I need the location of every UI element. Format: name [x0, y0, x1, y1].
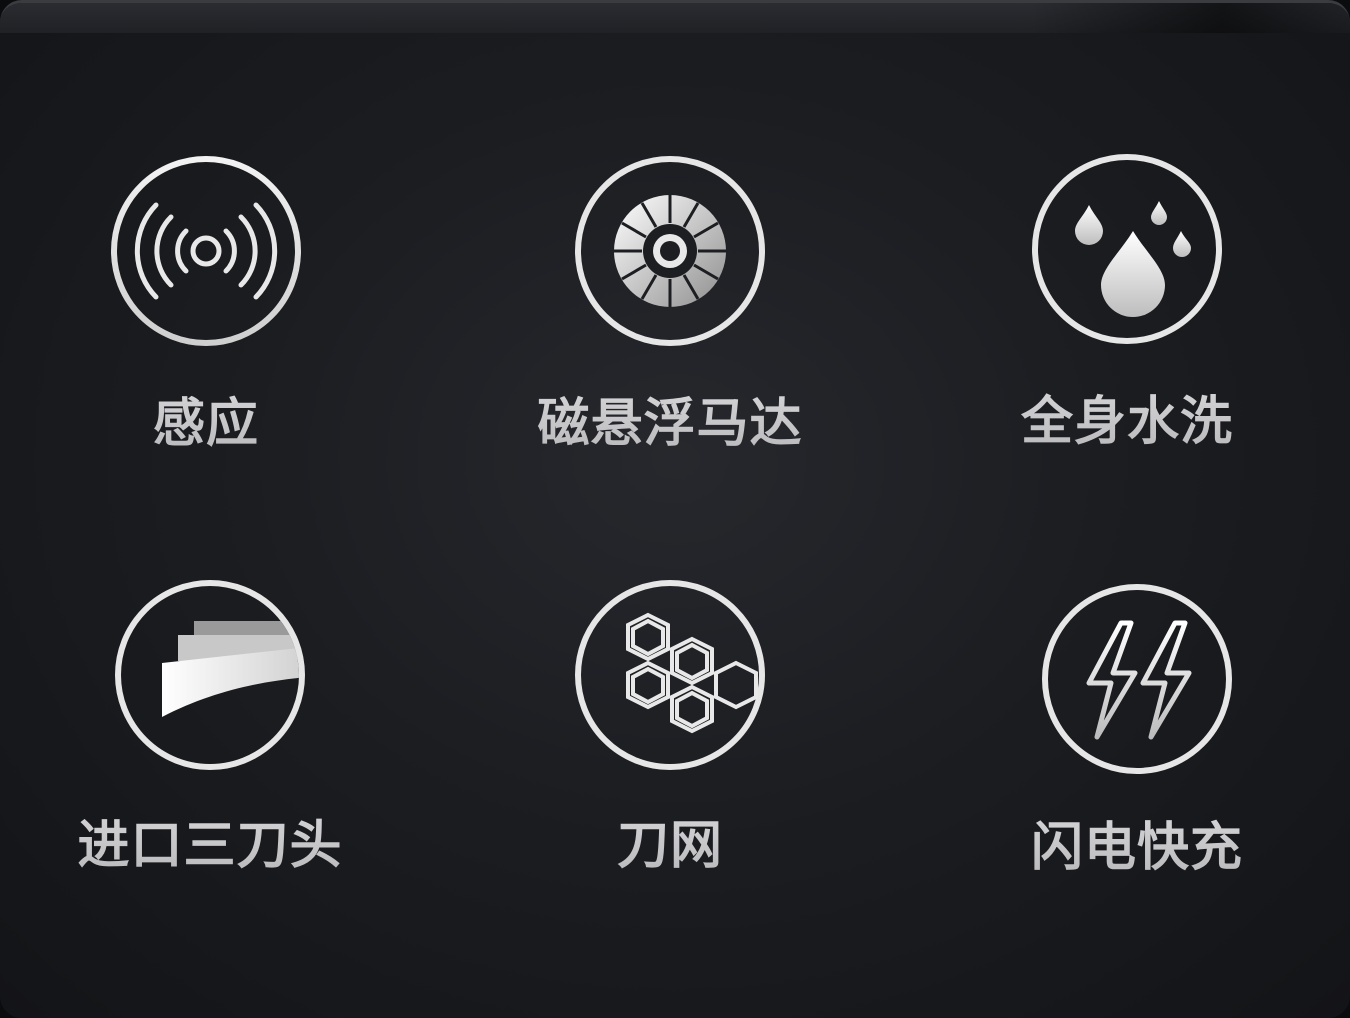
maglev-motor-icon	[575, 156, 765, 346]
feature-label: 全身水洗	[977, 379, 1277, 454]
feature-label: 闪电快充	[987, 805, 1287, 880]
feature-label: 刀网	[520, 803, 820, 878]
sensor-waves-icon	[111, 156, 301, 346]
feature-label: 磁悬浮马达	[520, 381, 820, 456]
top-edge-shadow	[1030, 3, 1350, 33]
blade-head-icon	[115, 580, 305, 770]
feature-label: 感应	[56, 381, 356, 456]
lightning-charge-icon	[1042, 584, 1232, 774]
water-drops-icon	[1032, 154, 1222, 344]
feature-panel: 感应 磁悬浮马达 全身水洗 进口三刀头 刀网 闪电快充	[0, 0, 1350, 1018]
hexagon-mesh-icon	[575, 580, 765, 770]
feature-label: 进口三刀头	[60, 803, 360, 878]
